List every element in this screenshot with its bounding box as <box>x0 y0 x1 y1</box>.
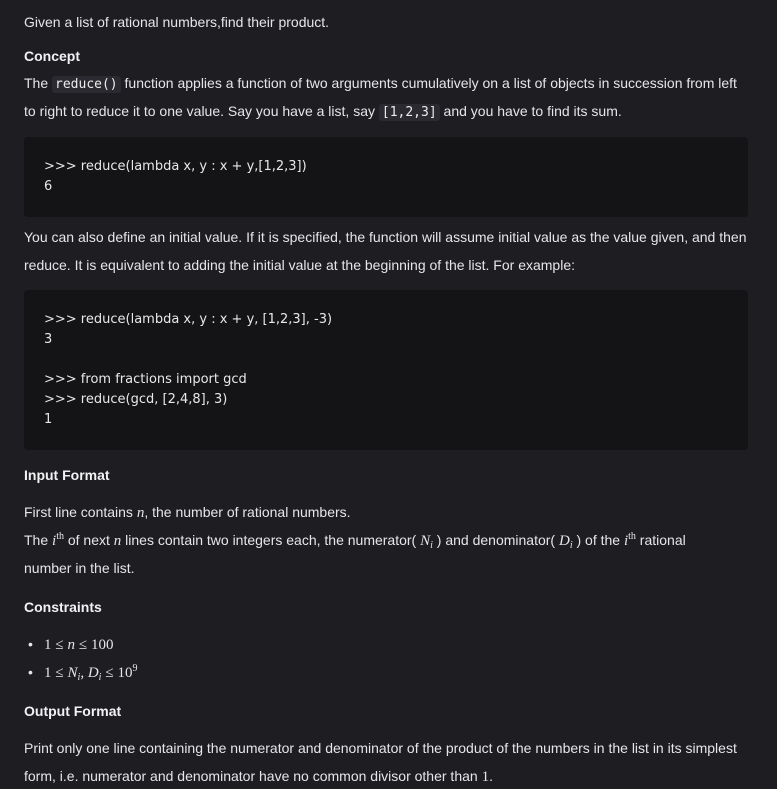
code-line: >>> reduce(lambda x, y : x + y, [1,2,3],… <box>44 312 333 327</box>
list-item: • 1 ≤ Ni, Di ≤ 109 <box>24 662 137 690</box>
list-inline-code: [1,2,3] <box>378 104 440 121</box>
math-one: 1 <box>44 665 52 681</box>
text: and you have to find its sum. <box>439 103 622 119</box>
math-le: ≤ <box>78 637 88 653</box>
input-format-line2: The ith of next n lines contain two inte… <box>24 530 686 551</box>
math-hundred: 100 <box>91 637 114 653</box>
math-th: th <box>56 531 64 542</box>
code-line: 1 <box>44 412 53 427</box>
math-one: 1 <box>44 637 52 653</box>
output-format-line2: form, i.e. numerator and denominator hav… <box>24 766 493 787</box>
text: to right to reduce it to one value. Say … <box>24 103 379 119</box>
math-one: 1 <box>481 769 490 785</box>
code-line: 6 <box>44 179 53 194</box>
constraints-list: • 1 ≤ n ≤ 100 • 1 ≤ Ni, Di ≤ 109 <box>24 634 137 690</box>
text: . <box>489 768 493 784</box>
initial-value-line1: You can also define an initial value. If… <box>24 229 747 245</box>
math-sub-i: i <box>98 672 102 683</box>
math-le: ≤ <box>105 665 114 681</box>
intro-text: Given a list of rational numbers,find th… <box>24 14 330 30</box>
text: First line contains <box>24 504 137 520</box>
output-format-line1: Print only one line containing the numer… <box>24 740 737 756</box>
code-line: >>> from fractions import gcd <box>44 372 247 387</box>
math-exponent: 9 <box>132 663 138 674</box>
math-N: N <box>67 665 78 681</box>
output-format-heading: Output Format <box>24 703 122 719</box>
math-th: th <box>628 531 636 542</box>
initial-value-line2: reduce. It is equivalent to adding the i… <box>24 257 576 273</box>
math-D: D <box>558 533 570 549</box>
math-le: ≤ <box>55 637 64 653</box>
list-item: • 1 ≤ n ≤ 100 <box>24 634 137 662</box>
text: , the number of rational numbers. <box>144 504 351 520</box>
text: ) and denominator( <box>432 532 559 548</box>
constraints-heading: Constraints <box>24 599 102 615</box>
text: of next <box>63 532 114 548</box>
code-block-initial: >>> reduce(lambda x, y : x + y, [1,2,3],… <box>24 290 748 450</box>
text: The <box>24 532 53 548</box>
math-D: D <box>87 665 99 681</box>
math-N: N <box>420 533 431 549</box>
text: rational <box>635 532 686 548</box>
text: ) of the <box>572 532 624 548</box>
math-n: n <box>67 637 76 653</box>
concept-heading: Concept <box>24 48 80 64</box>
reduce-inline-code: reduce() <box>52 76 121 93</box>
math-comma: , <box>80 665 88 681</box>
text: lines contain two integers each, the num… <box>121 532 421 548</box>
code-line: 3 <box>44 332 53 347</box>
text: form, i.e. numerator and denominator hav… <box>24 768 482 784</box>
bullet-icon: • <box>28 664 33 680</box>
math-le: ≤ <box>55 665 64 681</box>
bullet-icon: • <box>28 636 33 652</box>
text: The <box>24 75 53 91</box>
code-line: >>> reduce(gcd, [2,4,8], 3) <box>44 392 228 407</box>
concept-paragraph-line1: The reduce() function applies a function… <box>24 73 737 95</box>
math-ten: 10 <box>117 665 133 681</box>
input-format-line3: number in the list. <box>24 560 135 576</box>
concept-paragraph-line2: to right to reduce it to one value. Say … <box>24 101 622 123</box>
text: function applies a function of two argum… <box>120 75 737 91</box>
code-block-sum: >>> reduce(lambda x, y : x + y,[1,2,3]) … <box>24 137 748 217</box>
input-format-heading: Input Format <box>24 467 110 483</box>
input-format-line1: First line contains n, the number of rat… <box>24 502 351 523</box>
code-line: >>> reduce(lambda x, y : x + y,[1,2,3]) <box>44 159 307 174</box>
